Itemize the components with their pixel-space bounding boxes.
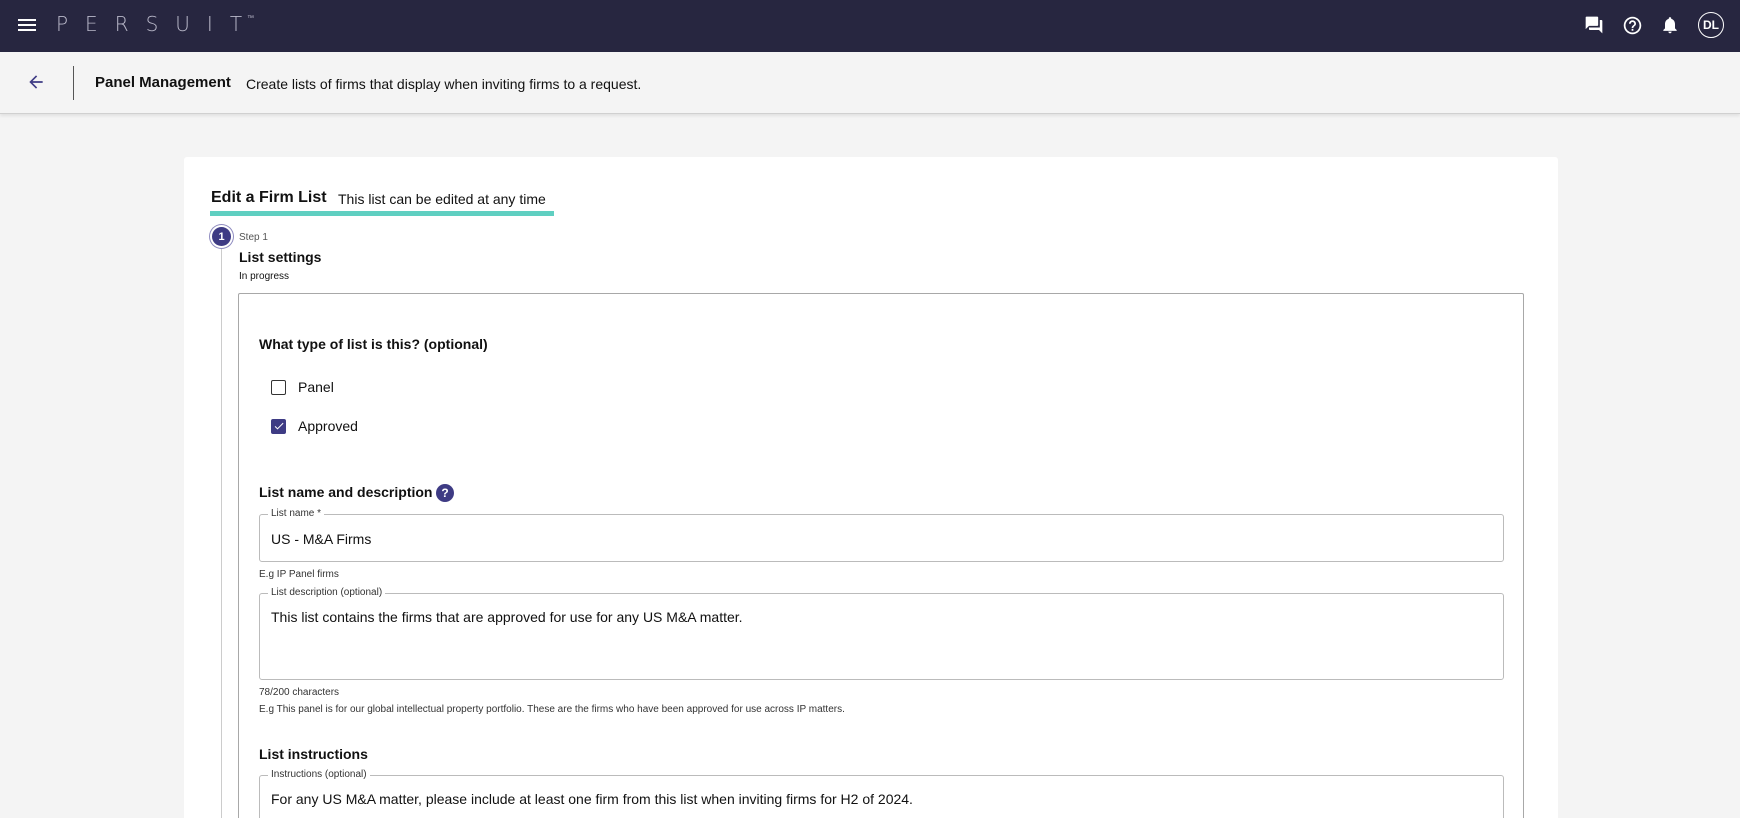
list-instructions-heading: List instructions (259, 746, 368, 762)
name-description-heading: List name and description (259, 484, 433, 500)
approved-checkbox-row[interactable]: Approved (271, 418, 358, 434)
question-mark-icon[interactable]: ? (436, 484, 454, 502)
list-name-field[interactable]: List name * US - M&A Firms (259, 508, 1504, 562)
stepper-line (221, 243, 222, 818)
page-title: Panel Management (95, 74, 231, 91)
page-description: Create lists of firms that display when … (246, 76, 642, 92)
checkmark-icon (274, 422, 283, 430)
user-avatar[interactable]: DL (1698, 12, 1724, 38)
approved-checkbox-label: Approved (298, 418, 358, 434)
list-name-value: US - M&A Firms (271, 531, 372, 547)
panel-checkbox[interactable] (271, 379, 286, 395)
instructions-label: Instructions (optional) (268, 769, 370, 780)
panel-checkbox-label: Panel (298, 379, 334, 395)
panel-checkbox-row[interactable]: Panel (271, 379, 334, 395)
list-description-value: This list contains the firms that are ap… (271, 609, 743, 625)
card-title: Edit a Firm List (211, 189, 327, 206)
list-name-helper: E.g IP Panel firms (259, 569, 339, 580)
list-settings-panel: What type of list is this? (optional) Pa… (238, 293, 1524, 818)
step-status: In progress (239, 271, 290, 282)
page-header: Panel Management Create lists of firms t… (0, 52, 1740, 114)
list-description-field[interactable]: List description (optional) This list co… (259, 587, 1504, 680)
chat-icon[interactable] (1582, 13, 1606, 37)
character-counter: 78/200 characters (259, 687, 340, 698)
header-divider (73, 66, 74, 100)
persuit-logo[interactable]: PERSUIT™ (56, 12, 266, 36)
approved-checkbox[interactable] (271, 418, 286, 434)
step-label: Step 1 (239, 232, 268, 243)
menu-icon[interactable] (18, 16, 36, 34)
help-icon[interactable] (1620, 13, 1644, 37)
list-type-heading: What type of list is this? (optional) (259, 336, 488, 352)
list-name-label: List name * (268, 508, 325, 519)
title-underline (210, 211, 554, 216)
list-description-helper: E.g This panel is for our global intelle… (259, 704, 845, 715)
step-title: List settings (239, 249, 322, 265)
notification-bell-icon[interactable] (1658, 13, 1682, 37)
step-number-badge: 1 (212, 227, 231, 246)
instructions-field[interactable]: Instructions (optional) For any US M&A m… (259, 769, 1504, 818)
card-subtitle: This list can be edited at any time (338, 191, 546, 207)
list-description-label: List description (optional) (268, 587, 386, 598)
edit-firm-list-card: Edit a Firm List This list can be edited… (184, 157, 1558, 818)
back-arrow-icon[interactable] (26, 72, 48, 94)
top-navigation-bar: PERSUIT™ DL (0, 0, 1740, 52)
instructions-value: For any US M&A matter, please include at… (271, 791, 913, 807)
